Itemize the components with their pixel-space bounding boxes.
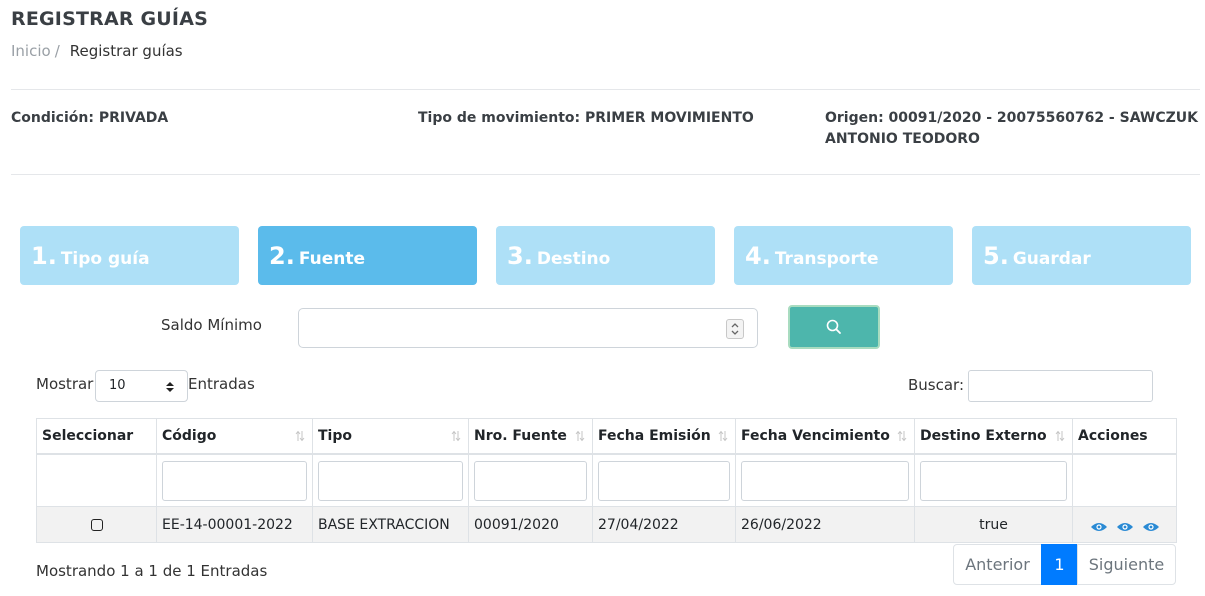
- column-label: Código: [162, 428, 217, 444]
- column-header-seleccionar: Seleccionar: [36, 418, 157, 455]
- column-header-fecha-emision[interactable]: Fecha Emisión: [592, 418, 736, 455]
- step-label: Guardar: [1012, 249, 1091, 269]
- step-guardar[interactable]: 5. Guardar: [972, 226, 1191, 285]
- search-button[interactable]: [788, 305, 880, 349]
- step-number: 5.: [983, 242, 1009, 270]
- pagination-next-button[interactable]: Siguiente: [1077, 544, 1176, 585]
- filter-tipo-input[interactable]: [318, 460, 463, 501]
- table-info: Mostrando 1 a 1 de 1 Entradas: [36, 562, 268, 580]
- step-label: Destino: [536, 249, 611, 269]
- step-label: Tipo guía: [60, 249, 150, 269]
- select-caret-icon: [166, 382, 174, 392]
- page-length-select[interactable]: 10: [95, 370, 188, 402]
- tipo-movimiento-info: Tipo de movimiento: PRIMER MOVIMIENTO: [418, 110, 754, 126]
- column-header-tipo[interactable]: Tipo: [312, 418, 469, 455]
- step-transporte[interactable]: 4. Transporte: [734, 226, 953, 285]
- saldo-minimo-input[interactable]: [298, 308, 758, 348]
- breadcrumb-current: Registrar guías: [69, 42, 183, 60]
- view-eye-icon[interactable]: [1142, 521, 1160, 533]
- filter-fecha-emision-input[interactable]: [598, 460, 730, 501]
- number-spinner[interactable]: [726, 319, 744, 339]
- column-label: Fecha Emisión: [598, 428, 711, 444]
- step-number: 2.: [269, 242, 295, 270]
- column-label: Nro. Fuente: [474, 428, 567, 444]
- spinner-arrows-icon: [731, 323, 739, 335]
- column-header-acciones: Acciones: [1072, 418, 1177, 455]
- table-row: EE-14-00001-2022 BASE EXTRACCION 00091/2…: [36, 506, 1177, 543]
- breadcrumb: Inicio / Registrar guías: [11, 42, 183, 60]
- column-label: Destino Externo: [920, 428, 1047, 444]
- filter-nro-fuente-input[interactable]: [474, 460, 587, 501]
- view-eye-icon[interactable]: [1116, 521, 1134, 533]
- origen-line-1: Origen: 00091/2020 - 20075560762 - SAWCZ…: [825, 110, 1198, 126]
- cell-codigo: EE-14-00001-2022: [156, 506, 313, 543]
- breadcrumb-separator: /: [54, 42, 60, 60]
- column-filter-row: [36, 453, 1177, 507]
- show-entries-suffix: Entradas: [188, 375, 255, 393]
- pagination-previous-button[interactable]: Anterior: [953, 544, 1042, 585]
- step-label: Transporte: [774, 249, 879, 269]
- filter-cell-empty: [1072, 453, 1177, 507]
- cell-destino-externo: true: [914, 506, 1073, 543]
- step-number: 1.: [31, 242, 57, 270]
- condicion-info: Condición: PRIVADA: [11, 110, 169, 126]
- search-icon: [826, 319, 841, 334]
- step-number: 3.: [507, 242, 533, 270]
- column-label: Tipo: [318, 428, 352, 444]
- page-length-value: 10: [109, 378, 126, 393]
- origen-line-2: ANTONIO TEODORO: [825, 131, 980, 147]
- row-actions: [1078, 517, 1171, 533]
- cell-tipo: BASE EXTRACCION: [312, 506, 469, 543]
- sources-table: Seleccionar Código Tipo Nro. Fuente Fech…: [36, 418, 1177, 543]
- sort-icon: [897, 430, 907, 442]
- cell-nro-fuente: 00091/2020: [468, 506, 593, 543]
- page-title: REGISTRAR GUÍAS: [11, 8, 208, 30]
- sort-icon: [295, 430, 305, 442]
- filter-destino-externo-input[interactable]: [920, 460, 1067, 501]
- table-search-input[interactable]: [968, 370, 1153, 402]
- pagination-page-1-button[interactable]: 1: [1041, 544, 1078, 585]
- column-header-fecha-vencimiento[interactable]: Fecha Vencimiento: [735, 418, 915, 455]
- column-header-nro-fuente[interactable]: Nro. Fuente: [468, 418, 593, 455]
- sort-icon: [451, 430, 461, 442]
- step-tipo-guia[interactable]: 1. Tipo guía: [20, 226, 239, 285]
- saldo-minimo-label: Saldo Mínimo: [161, 316, 262, 334]
- sort-icon: [575, 430, 585, 442]
- cell-fecha-vencimiento: 26/06/2022: [735, 506, 915, 543]
- step-destino[interactable]: 3. Destino: [496, 226, 715, 285]
- cell-fecha-emision: 27/04/2022: [592, 506, 736, 543]
- column-header-destino-externo[interactable]: Destino Externo: [914, 418, 1073, 455]
- view-eye-icon[interactable]: [1090, 521, 1108, 533]
- column-label: Fecha Vencimiento: [741, 428, 890, 444]
- divider: [11, 174, 1200, 175]
- sort-icon: [718, 430, 728, 442]
- show-entries-prefix: Mostrar: [36, 375, 94, 393]
- step-fuente[interactable]: 2. Fuente: [258, 226, 477, 285]
- divider: [11, 89, 1200, 90]
- filter-cell-empty: [36, 453, 157, 507]
- column-header-codigo[interactable]: Código: [156, 418, 313, 455]
- origen-info: Origen: 00091/2020 - 20075560762 - SAWCZ…: [825, 108, 1198, 150]
- breadcrumb-home-link[interactable]: Inicio: [11, 42, 51, 60]
- row-select-checkbox[interactable]: [90, 518, 103, 531]
- step-number: 4.: [745, 242, 771, 270]
- filter-fecha-vencimiento-input[interactable]: [741, 460, 909, 501]
- step-label: Fuente: [298, 249, 365, 269]
- sort-icon: [1055, 430, 1065, 442]
- table-search-label: Buscar:: [908, 376, 965, 394]
- filter-codigo-input[interactable]: [162, 460, 307, 501]
